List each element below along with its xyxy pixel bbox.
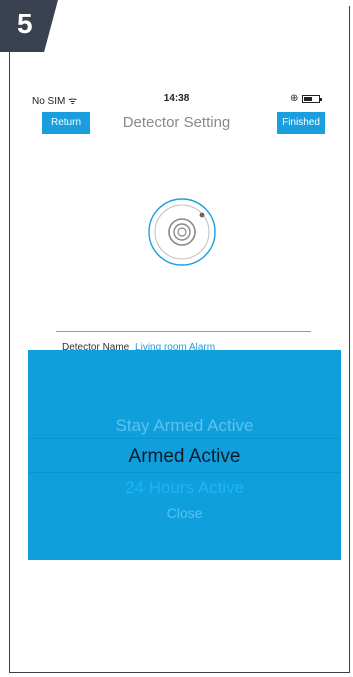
finished-button[interactable]: Finished xyxy=(277,112,325,134)
picker-option-24-hours[interactable]: 24 Hours Active xyxy=(28,478,341,498)
status-icons: ⊕ xyxy=(290,93,323,104)
picker-option-stay-armed[interactable]: Stay Armed Active xyxy=(28,416,341,436)
battery-icon xyxy=(302,94,323,103)
step-number: 5 xyxy=(17,8,33,39)
mode-picker-sheet[interactable]: Stay Armed Active Armed Active 24 Hours … xyxy=(28,350,341,560)
picker-selection-top xyxy=(28,438,341,439)
picker-option-close[interactable]: Close xyxy=(28,505,341,521)
divider xyxy=(56,331,311,332)
detector-sensor-icon xyxy=(148,198,216,266)
picker-option-armed[interactable]: Armed Active xyxy=(28,446,341,468)
alarm-icon: ⊕ xyxy=(290,93,299,104)
picker-selection-bottom xyxy=(28,472,341,473)
